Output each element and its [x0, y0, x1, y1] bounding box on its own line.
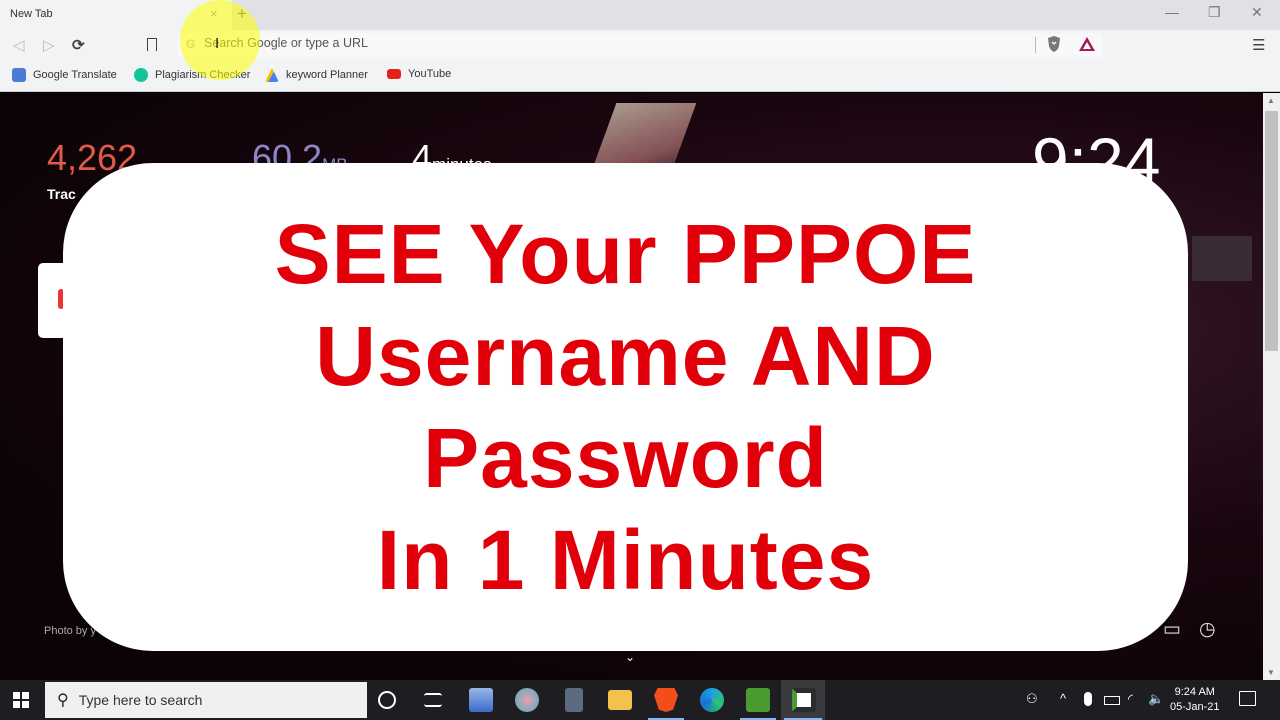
bookmark-youtube[interactable]: YouTube [387, 68, 451, 80]
tab-strip: New Tab × + — ❐ ✕ [0, 0, 1280, 30]
scroll-down-arrow-icon[interactable]: ▼ [1267, 668, 1275, 677]
volume-icon[interactable]: 🔈 [1148, 691, 1164, 707]
omnibox-divider [1035, 37, 1036, 53]
taskbar-search[interactable]: ⚲ [45, 682, 367, 718]
overlay-line-3: Password [423, 411, 828, 505]
action-center-icon[interactable] [1239, 691, 1256, 706]
address-bar-input[interactable] [204, 36, 1024, 50]
google-translate-icon [12, 68, 26, 82]
bookmark-label: Google Translate [33, 69, 117, 81]
battery-icon[interactable] [1104, 696, 1120, 705]
overlay-line-4: In 1 Minutes [376, 513, 875, 607]
people-icon[interactable]: ⚇ [1026, 691, 1038, 707]
cortana-icon[interactable] [378, 691, 396, 709]
bookmark-label: Plagiarism Checker [155, 69, 251, 81]
browser-toolbar: ◁ ▷ ⟳ G ☰ [0, 30, 1280, 60]
show-hidden-icons-chevron[interactable]: ^ [1060, 691, 1066, 706]
history-icon[interactable]: ◷ [1199, 618, 1216, 641]
menu-icon[interactable]: ☰ [1252, 36, 1265, 54]
windows-start-icon[interactable] [13, 692, 29, 708]
overlay-line-2: Username AND [315, 309, 936, 403]
scroll-down-chevron-icon[interactable]: ⌄ [625, 650, 635, 664]
widget-tile[interactable] [1192, 236, 1252, 281]
file-explorer-icon[interactable] [608, 690, 632, 710]
bookmarks-manager-icon[interactable]: ▭ [1163, 618, 1181, 641]
wifi-icon[interactable]: ◜ [1128, 691, 1133, 707]
grammarly-icon [134, 68, 148, 82]
bookmark-plagiarism-checker[interactable]: Plagiarism Checker [134, 68, 250, 82]
restore-button[interactable]: ❐ [1208, 4, 1221, 21]
back-button[interactable]: ◁ [13, 36, 25, 54]
bookmark-keyword-planner[interactable]: keyword Planner [265, 68, 368, 82]
overlay-line-1: SEE Your PPPOE [274, 207, 977, 301]
windows-taskbar: ⚲ ⚇ ^ ◜ 🔈 9:24 AM 05-Jan-21 [0, 680, 1280, 720]
scroll-up-arrow-icon[interactable]: ▲ [1267, 96, 1275, 105]
text-cursor-icon: I [215, 35, 220, 52]
tab-new-tab[interactable]: New Tab × [0, 0, 232, 30]
forward-button[interactable]: ▷ [43, 36, 55, 54]
bookmark-google-translate[interactable]: Google Translate [12, 68, 117, 82]
tab-title: New Tab [10, 8, 53, 20]
tray-time: 9:24 AM [1174, 686, 1215, 698]
google-ads-icon [265, 68, 279, 82]
bookmark-label: YouTube [408, 68, 452, 80]
search-icon: ⚲ [57, 692, 69, 709]
scrollbar-thumb[interactable] [1265, 111, 1278, 351]
photo-credit[interactable]: Photo by y [44, 625, 96, 637]
minimize-button[interactable]: — [1165, 4, 1179, 20]
calculator-icon[interactable] [565, 688, 583, 712]
new-tab-button[interactable]: + [237, 4, 247, 24]
snipping-tool-icon[interactable] [515, 688, 539, 712]
tray-date: 05-Jan-21 [1170, 701, 1220, 713]
task-view-icon[interactable] [424, 693, 442, 707]
microphone-icon[interactable] [1084, 692, 1092, 706]
trackers-blocked-label: Trac [47, 186, 76, 202]
reload-button[interactable]: ⟳ [72, 36, 85, 54]
youtube-icon [387, 69, 401, 79]
brave-rewards-icon[interactable] [1078, 36, 1096, 52]
omnibox[interactable]: G [178, 33, 1103, 57]
taskbar-search-input[interactable] [78, 692, 349, 708]
google-g-icon: G [186, 37, 196, 51]
page-scrollbar[interactable]: ▲ ▼ [1263, 93, 1280, 680]
bookmarks-bar: Google Translate Plagiarism Checker keyw… [0, 60, 1280, 92]
bookmark-icon[interactable] [147, 38, 157, 51]
video-title-overlay: SEE Your PPPOE Username AND Password In … [63, 163, 1188, 651]
camtasia-recorder-icon[interactable] [792, 688, 816, 712]
network-settings-icon[interactable] [469, 688, 493, 712]
tab-close-icon[interactable]: × [210, 6, 218, 21]
camtasia-icon[interactable] [746, 688, 770, 712]
bookmark-label: keyword Planner [286, 69, 368, 81]
taskbar-clock[interactable]: 9:24 AM 05-Jan-21 [1170, 685, 1220, 715]
close-window-button[interactable]: ✕ [1251, 4, 1263, 21]
brave-shields-icon[interactable] [1046, 35, 1062, 53]
edge-icon[interactable] [700, 688, 724, 712]
brave-browser-icon[interactable] [654, 688, 678, 712]
